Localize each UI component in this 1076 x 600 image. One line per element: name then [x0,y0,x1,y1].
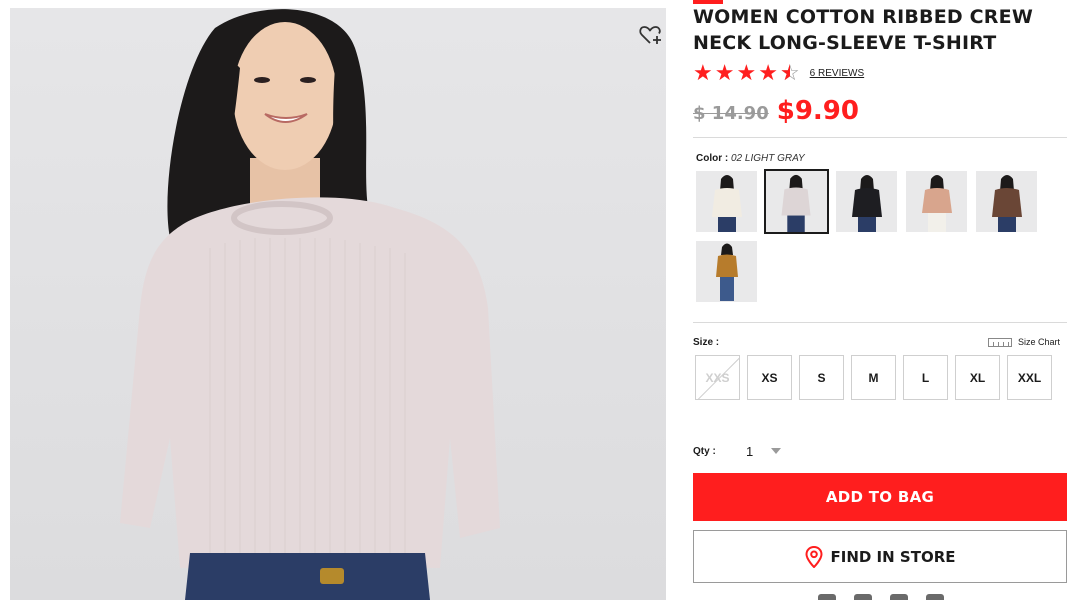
rating-row: ★ ★ ★ ★ ☆★ 6 REVIEWS [693,61,864,85]
divider [693,137,1067,138]
add-to-bag-button[interactable]: ADD TO BAG [693,473,1067,521]
share-facebook-icon[interactable] [854,594,872,600]
color-swatch-off-white[interactable] [695,170,758,233]
quantity-value: 1 [746,443,754,459]
share-email-icon[interactable] [818,594,836,600]
selected-color-name: 02 LIGHT GRAY [731,153,805,164]
quantity-label: Qty : [693,446,716,457]
find-in-store-label: FIND IN STORE [830,547,956,566]
share-pinterest-icon[interactable] [926,594,944,600]
sale-price: $9.90 [776,96,859,126]
find-in-store-button[interactable]: FIND IN STORE [693,530,1067,583]
color-swatch-mustard[interactable] [695,240,758,303]
color-swatch-pink[interactable] [905,170,968,233]
share-icons [818,594,962,600]
size-option-l[interactable]: L [903,355,948,400]
star-icon: ★ [693,60,713,85]
ruler-icon [988,337,1012,347]
original-price: $ 14.90 [693,103,769,124]
product-main-image [10,8,666,600]
reviews-link[interactable]: 6 REVIEWS [810,68,864,79]
price-block: $ 14.90 $9.90 [693,96,859,126]
star-half-icon: ☆★ [779,60,800,85]
size-chart-label: Size Chart [1018,337,1061,347]
product-photo-illustration [120,9,500,600]
size-option-xxl[interactable]: XXL [1007,355,1052,400]
star-icon: ★ [758,60,778,85]
size-label: Size : [693,337,720,348]
color-label: Color : 02 LIGHT GRAY [696,153,805,164]
share-twitter-icon[interactable] [890,594,908,600]
star-icon: ★ [714,60,735,85]
size-option-s[interactable]: S [799,355,844,400]
color-swatch-black[interactable] [835,170,898,233]
chevron-down-icon [771,448,782,454]
size-option-xs[interactable]: XS [747,355,792,400]
map-pin-icon [804,545,823,568]
product-title: WOMEN COTTON RIBBED CREW NECK LONG-SLEEV… [693,6,1033,54]
size-option-xl[interactable]: XL [955,355,1000,400]
quantity-select[interactable]: 1 [746,442,794,460]
color-swatch-brown[interactable] [975,170,1038,233]
color-label-text: Color : [696,153,729,164]
size-option-m[interactable]: M [851,355,896,400]
star-icon: ★ [736,60,757,85]
size-chart-link[interactable]: Size Chart [988,337,1060,347]
color-swatch-light-gray[interactable] [764,169,829,234]
wishlist-heart-plus-icon[interactable] [638,22,664,48]
divider [693,322,1067,323]
size-option-xxs[interactable]: XXS [695,355,740,400]
